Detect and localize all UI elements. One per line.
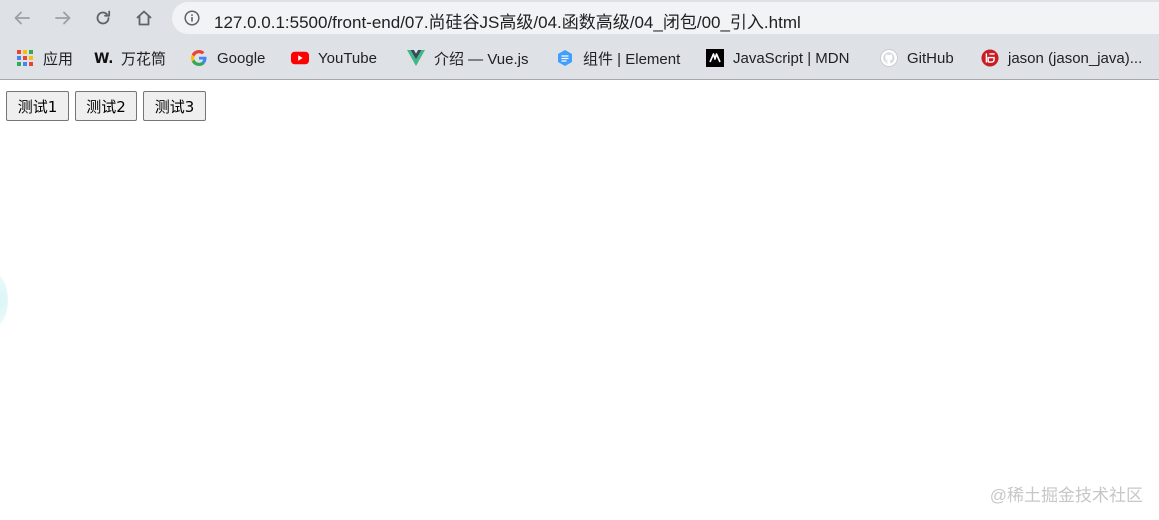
mdn-icon — [706, 49, 724, 67]
page-content: 测试1 测试2 测试3 @稀土掘金技术社区 — [0, 80, 1159, 520]
element-icon — [556, 49, 574, 67]
w-logo-icon: W. — [94, 49, 112, 67]
bookmark-label: jason (jason_java)... — [1008, 49, 1143, 67]
url-text[interactable]: 127.0.0.1:5500/front-end/07.尚硅谷JS高级/04.函… — [214, 8, 801, 33]
bookmark-element[interactable]: 组件 | Element — [556, 47, 680, 69]
floating-orb-widget[interactable] — [0, 270, 8, 330]
gitee-icon — [981, 49, 999, 67]
browser-toolbar: 127.0.0.1:5500/front-end/07.尚硅谷JS高级/04.函… — [0, 0, 1159, 36]
info-icon[interactable] — [184, 10, 200, 26]
back-arrow-icon[interactable] — [8, 4, 36, 32]
bookmark-google[interactable]: Google — [190, 47, 265, 69]
bookmark-label: 组件 | Element — [583, 50, 681, 68]
bookmark-vue[interactable]: 介绍 — Vue.js — [407, 47, 528, 69]
bookmark-mdn[interactable]: JavaScript | MDN — [706, 47, 849, 69]
bookmark-label: 应用 — [43, 50, 74, 68]
bookmark-label: GitHub — [907, 49, 954, 67]
test-button-3[interactable]: 测试3 — [143, 91, 206, 121]
github-icon — [880, 49, 898, 67]
home-icon[interactable] — [130, 4, 158, 32]
reload-icon[interactable] — [89, 4, 117, 32]
address-bar[interactable]: 127.0.0.1:5500/front-end/07.尚硅谷JS高级/04.函… — [172, 2, 1159, 34]
youtube-icon — [291, 49, 309, 67]
bookmark-label: Google — [217, 49, 266, 67]
svg-text:W.: W. — [94, 51, 112, 66]
browser-chrome: 127.0.0.1:5500/front-end/07.尚硅谷JS高级/04.函… — [0, 0, 1159, 80]
bookmark-gitee[interactable]: jason (jason_java)... — [981, 47, 1142, 69]
forward-arrow-icon[interactable] — [49, 4, 77, 32]
bookmark-apps[interactable]: 应用 — [16, 47, 73, 69]
test-button-2[interactable]: 测试2 — [75, 91, 137, 121]
bookmark-github[interactable]: GitHub — [880, 47, 954, 69]
apps-grid-icon — [16, 49, 34, 67]
vue-icon — [407, 49, 425, 67]
bookmark-wanhuatong[interactable]: W. 万花筒 — [94, 47, 166, 69]
bookmark-label: 介绍 — Vue.js — [434, 50, 529, 68]
bookmark-label: 万花筒 — [121, 50, 167, 68]
bookmark-label: JavaScript | MDN — [733, 49, 850, 67]
google-icon — [190, 49, 208, 67]
watermark: @稀土掘金技术社区 — [989, 486, 1143, 505]
test-button-1[interactable]: 测试1 — [6, 91, 69, 121]
bookmarks-bar: 应用 W. 万花筒 Google YouTube 介绍 — Vue.js 组件 … — [0, 40, 1159, 76]
bookmark-youtube[interactable]: YouTube — [291, 47, 377, 69]
bookmark-label: YouTube — [318, 49, 377, 67]
